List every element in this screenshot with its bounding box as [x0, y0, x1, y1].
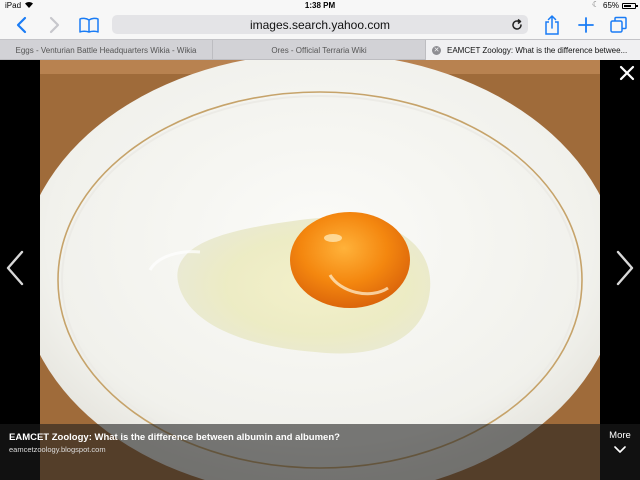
back-icon — [16, 16, 27, 34]
more-label: More — [609, 430, 631, 441]
close-tab-icon[interactable]: ✕ — [432, 45, 441, 55]
bookmarks-icon — [79, 17, 99, 33]
more-button[interactable]: More — [604, 430, 636, 456]
clock: 1:38 PM — [304, 1, 336, 10]
address-bar[interactable]: images.search.yahoo.com — [112, 15, 528, 34]
forward-icon — [49, 16, 60, 34]
battery-icon — [622, 3, 638, 9]
image-caption: EAMCET Zoology: What is the difference b… — [0, 424, 640, 480]
tabs-icon — [610, 16, 627, 33]
chevron-left-icon — [6, 250, 24, 286]
new-tab-button[interactable] — [575, 14, 597, 36]
previous-image-button[interactable] — [2, 246, 28, 290]
share-icon — [545, 15, 559, 35]
tab-label: EAMCET Zoology: What is the difference b… — [447, 45, 628, 55]
close-icon — [619, 65, 635, 81]
close-viewer-button[interactable] — [618, 64, 636, 82]
browser-toolbar: images.search.yahoo.com — [0, 12, 640, 39]
tab-ores-terraria[interactable]: Ores - Official Terraria Wiki — [213, 40, 426, 60]
caption-title[interactable]: EAMCET Zoology: What is the difference b… — [9, 432, 340, 443]
reload-button[interactable] — [510, 18, 524, 32]
battery-percent: 65% — [603, 1, 620, 10]
tab-label: Ores - Official Terraria Wiki — [271, 45, 367, 55]
reload-icon — [512, 18, 522, 30]
new-tab-icon — [578, 17, 594, 33]
image-viewer: EAMCET Zoology: What is the difference b… — [0, 60, 640, 480]
tab-eamcet-zoology[interactable]: ✕ EAMCET Zoology: What is the difference… — [426, 40, 640, 60]
status-bar: iPad 1:38 PM ☾ 65% — [0, 0, 640, 12]
tabs-button[interactable] — [608, 14, 630, 36]
chevron-down-icon — [614, 446, 626, 453]
bookmarks-button[interactable] — [78, 14, 100, 36]
caption-source[interactable]: eamcetzoology.blogspot.com — [9, 445, 106, 454]
chevron-right-icon — [616, 250, 634, 286]
egg-on-plate-image — [40, 60, 600, 480]
share-button[interactable] — [541, 14, 563, 36]
safari-window: iPad 1:38 PM ☾ 65% images.search.yahoo.c… — [0, 0, 640, 480]
back-button[interactable] — [10, 14, 32, 36]
next-image-button[interactable] — [612, 246, 638, 290]
url-text: images.search.yahoo.com — [249, 18, 391, 32]
forward-button[interactable] — [44, 14, 66, 36]
tab-strip: Eggs - Venturian Battle Headquarters Wik… — [0, 39, 640, 60]
moon-icon: ☾ — [592, 0, 600, 9]
tab-eggs-wikia[interactable]: Eggs - Venturian Battle Headquarters Wik… — [0, 40, 213, 60]
tab-label: Eggs - Venturian Battle Headquarters Wik… — [15, 45, 197, 55]
